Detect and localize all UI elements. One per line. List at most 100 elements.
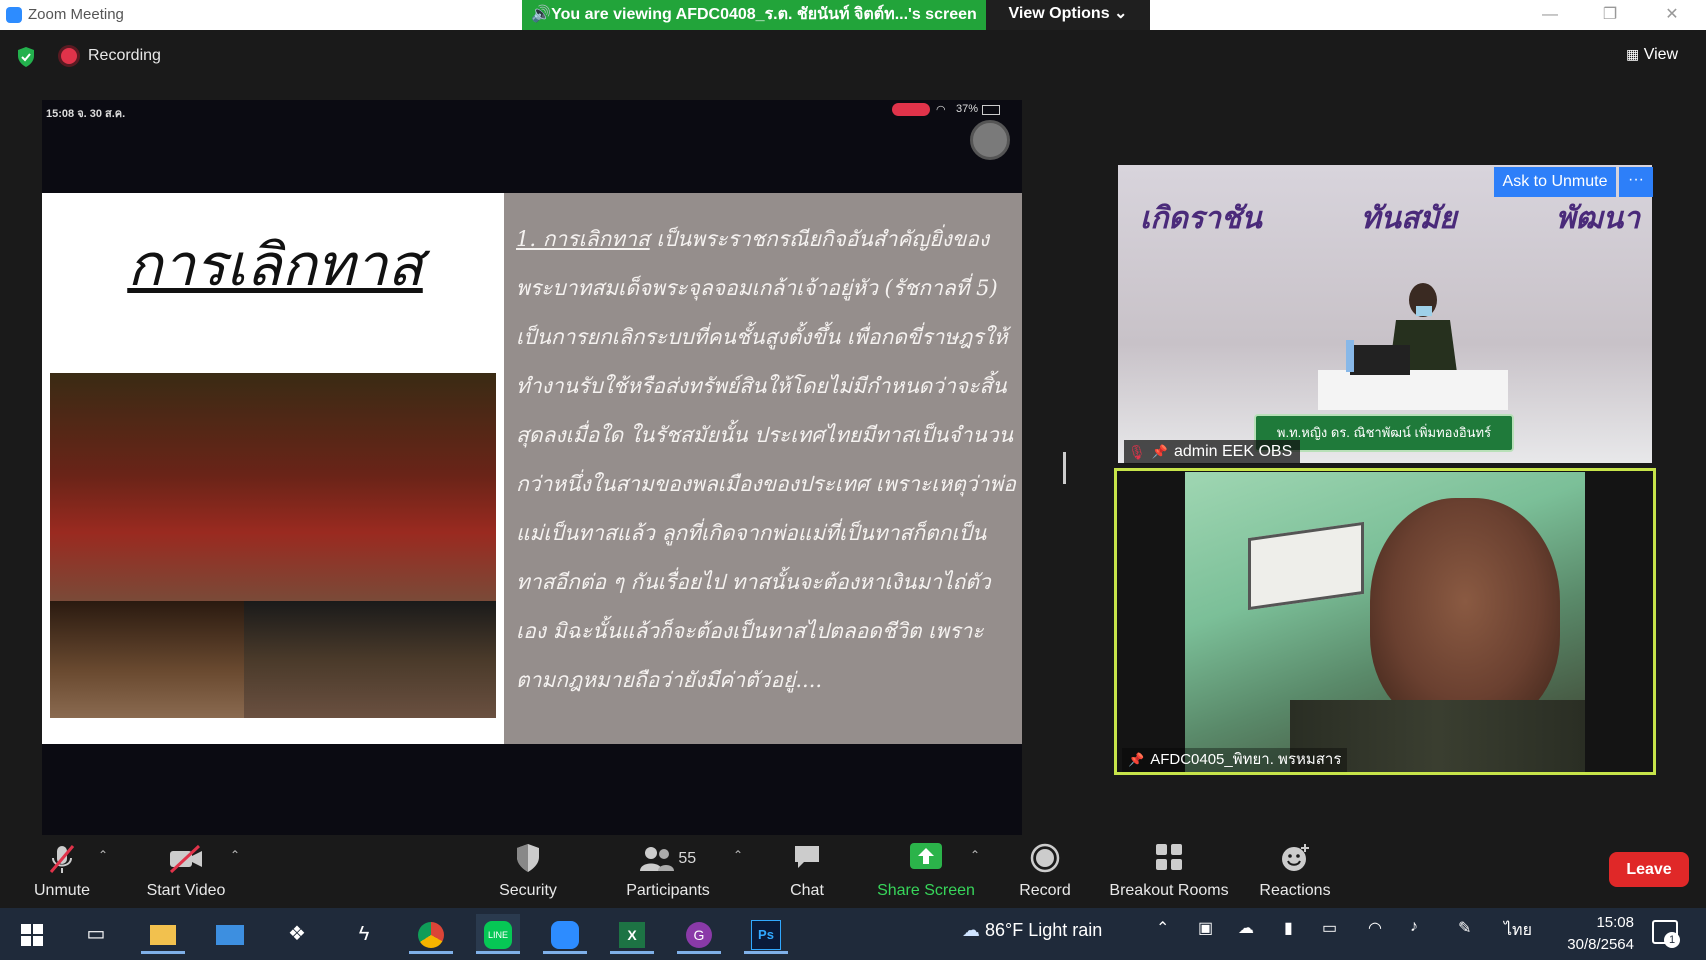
pen-icon[interactable]: ✎ [1458,918,1471,938]
show-hidden-icons-chevron-icon[interactable]: ⌃ [1156,918,1169,938]
restore-button[interactable]: ❐ [1590,4,1630,26]
stage-banner: เกิดราชัน ทันสมัย พัฒนา [1140,195,1640,242]
slide-body-text: 1. การเลิกทาส เป็นพระราชกรณียกิจอันสำคัญ… [516,215,1016,705]
muted-microphone-icon [20,842,104,876]
record-button[interactable]: Record [1008,840,1082,906]
participants-icon: 55 [616,842,720,876]
recording-indicator-icon [61,48,77,64]
security-button[interactable]: Security [486,840,570,906]
record-label: Record [1019,882,1071,899]
ipad-battery-level: 37% [956,103,979,115]
participants-label: Participants [626,882,710,899]
reactions-smiley-icon [1254,842,1336,876]
onedrive-cloud-icon[interactable]: ☁ [1238,918,1254,938]
reactions-button[interactable]: Reactions [1254,840,1336,906]
reactions-label: Reactions [1259,882,1331,899]
slide-photo-throne-scene [50,373,496,601]
participant-name-label: 🎙 📌 admin EEK OBS [1124,440,1301,464]
participant-name-label: 📌 AFDC0405_พิทยา. พรหมสาร [1122,748,1348,772]
slide-title: การเลิกทาส [127,231,423,299]
meeting-top-bar [0,30,1706,84]
banner-word: พัฒนา [1555,201,1640,236]
panel-resize-handle[interactable] [1063,452,1066,484]
ipad-battery-icon [982,105,1000,115]
banner-word: ทันสมัย [1360,201,1457,236]
share-screen-button[interactable]: Share Screen [874,840,978,906]
volume-icon[interactable]: ♪ [1410,918,1418,936]
share-screen-arrow-icon [874,842,978,876]
view-button[interactable]: ▦ View [1626,40,1694,68]
task-view-icon[interactable]: ▭ [74,914,118,954]
excel-icon[interactable]: X [610,914,654,954]
weather-temperature: 86°F [985,920,1024,940]
viewing-screen-banner: 🔊You are viewing AFDC0408_ร.ต. ชัยนันท์ … [522,0,986,30]
view-options-button[interactable]: View Options ⌄ [986,0,1150,30]
slide-heading: 1. การเลิกทาส [516,227,650,251]
cloud-rain-icon: ☁ [962,920,980,940]
share-options-chevron-icon[interactable]: ⌃ [970,848,980,862]
usb-device-icon[interactable]: ▮ [1284,918,1293,938]
chrome-icon[interactable] [409,914,453,954]
participant-name: admin EEK OBS [1173,443,1293,460]
chat-bubble-icon [770,842,844,876]
clock-date: 30/8/2564 [1567,936,1634,953]
muted-mic-icon: 🎙 [1128,444,1146,460]
slide-body: เป็นพระราชกรณียกิจอันสำคัญยิ่งของพระบาทส… [516,227,1016,692]
participant-name: AFDC0405_พิทยา. พรหมสาร [1150,751,1342,768]
window-title: Zoom Meeting [28,6,124,23]
ipad-assistive-touch-icon [970,120,1010,160]
speaker-at-podium [1318,283,1508,410]
close-button[interactable]: ✕ [1652,4,1692,26]
chat-button[interactable]: Chat [770,840,844,906]
weather-widget[interactable]: ☁ 86°F Light rain [962,920,1102,941]
slide-photo-right [244,601,496,718]
start-video-button[interactable]: Start Video [136,840,236,906]
taskbar-clock[interactable]: 15:08 30/8/2564 [1560,912,1634,956]
ipad-screen-recording-icon [892,103,930,116]
unmute-button[interactable]: Unmute [20,840,104,906]
meeting-toolbar [0,836,1706,908]
participants-button[interactable]: 55 Participants [616,840,720,906]
video-options-chevron-icon[interactable]: ⌃ [230,848,240,862]
wifi-icon[interactable]: ◠ [1368,918,1382,938]
mail-icon[interactable] [208,914,252,954]
meet-now-icon[interactable]: ▣ [1198,918,1213,938]
grid-view-icon: ▦ [1626,46,1640,62]
record-icon [1008,842,1082,876]
view-button-label: View [1643,46,1679,63]
tile-more-options-button[interactable]: ··· [1619,167,1653,197]
ipad-wifi-icon: ◠ [936,104,946,116]
windows-start-icon[interactable] [10,914,54,954]
windows-taskbar [0,908,1706,960]
participants-options-chevron-icon[interactable]: ⌃ [733,848,743,862]
video-off-icon [136,842,236,876]
breakout-rooms-button[interactable]: Breakout Rooms [1104,840,1234,906]
audio-options-chevron-icon[interactable]: ⌃ [98,848,108,862]
weather-description: Light rain [1028,920,1103,940]
notification-count-badge: 1 [1664,932,1680,948]
recording-label: Recording [88,47,161,64]
security-shield-icon [486,842,570,876]
app-lightning-icon[interactable]: ϟ [342,914,386,954]
breakout-rooms-label: Breakout Rooms [1109,882,1229,899]
photoshop-icon[interactable]: Ps [744,914,788,954]
banner-word: เกิดราชัน [1140,201,1262,236]
unmute-label: Unmute [33,882,91,899]
security-shield-icon[interactable] [16,46,36,68]
pdf-app-icon[interactable]: G [677,914,721,954]
battery-icon[interactable]: ▭ [1322,918,1337,938]
pin-icon: 📌 [1151,444,1168,459]
line-app-icon[interactable]: LINE [476,914,520,954]
minimize-button[interactable]: — [1530,4,1570,26]
input-language[interactable]: ไทย [1504,918,1532,943]
leave-meeting-button[interactable]: Leave [1609,852,1689,887]
chat-label: Chat [790,882,824,899]
slide-photo-left [50,601,244,718]
security-label: Security [499,882,557,899]
zoom-app-icon[interactable] [543,914,587,954]
file-explorer-icon[interactable] [141,914,185,954]
ask-to-unmute-button[interactable]: Ask to Unmute [1494,167,1616,197]
clock-time: 15:08 [1596,914,1634,931]
share-screen-label: Share Screen [877,882,975,899]
dropbox-icon[interactable]: ❖ [275,914,319,954]
